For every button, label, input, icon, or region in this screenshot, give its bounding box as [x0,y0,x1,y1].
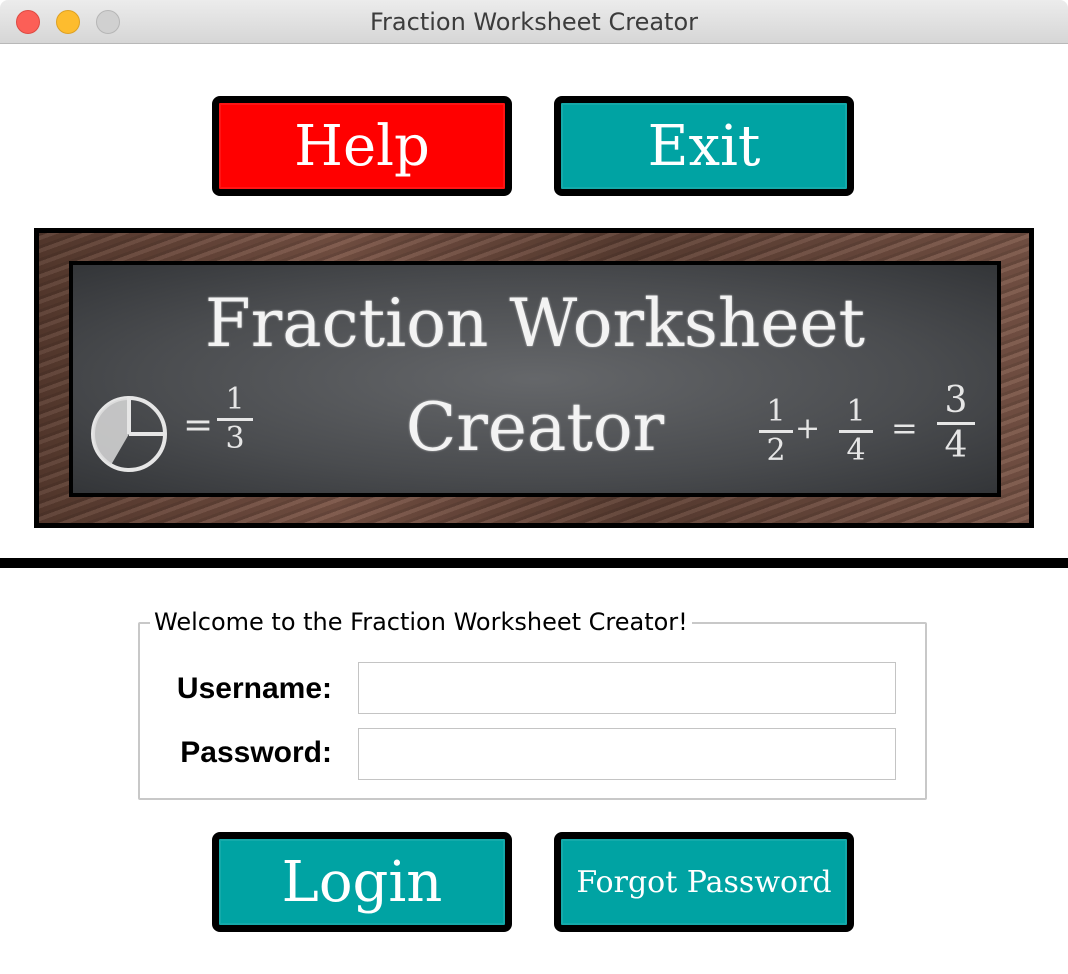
plus-sign: + [795,411,821,446]
banner-title-line1: Fraction Worksheet [204,285,866,362]
fraction-three-fourths: 3 4 [937,383,975,464]
fraction-one-half: 1 2 [759,397,793,466]
chalkboard-banner: Fraction Worksheet Creator = 1 3 1 2 + 1… [34,228,1034,528]
fraction-one-fourth: 1 4 [839,397,873,466]
login-groupbox: Welcome to the Fraction Worksheet Creato… [138,608,927,800]
exit-button[interactable]: Exit [554,96,854,196]
login-welcome-legend: Welcome to the Fraction Worksheet Creato… [150,608,692,636]
window-title: Fraction Worksheet Creator [369,8,699,36]
password-label: Password: [180,736,332,769]
window-titlebar: Fraction Worksheet Creator [0,0,1068,44]
chalkboard: Fraction Worksheet Creator = 1 3 1 2 + 1… [69,261,1001,497]
equals-sign: = [891,409,918,447]
password-input[interactable] [358,728,896,780]
fraction-one-third: 1 3 [217,385,253,454]
login-button[interactable]: Login [212,832,512,932]
forgot-password-button[interactable]: Forgot Password [554,832,854,932]
username-label: Username: [176,672,332,705]
equals-sign: = [183,405,214,446]
help-button[interactable]: Help [212,96,512,196]
username-input[interactable] [358,662,896,714]
pie-chart-third-icon [91,396,167,472]
section-divider [0,558,1068,568]
